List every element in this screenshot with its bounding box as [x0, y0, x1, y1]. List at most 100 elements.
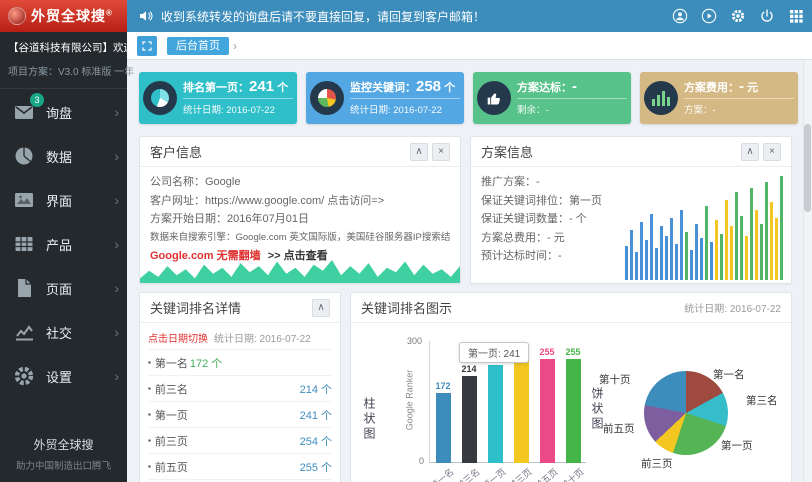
customer-url-row[interactable]: 客户网址：https://www.google.com/ 点击访问=> — [150, 192, 450, 211]
pie-chart-icon — [310, 81, 344, 115]
announcement-text: 收到系统转发的询盘后请不要直接回复，请回复到客户邮箱！ — [161, 8, 485, 25]
chevron-right-icon: › — [114, 148, 119, 164]
chevron-right-icon: › — [114, 280, 119, 296]
rank-row-top1[interactable]: ▪ 第一名 172 个 — [148, 349, 332, 375]
fullscreen-toggle-button[interactable] — [137, 36, 157, 56]
sidebar-item-settings[interactable]: 设置 › — [0, 354, 127, 398]
speaker-icon — [138, 8, 154, 24]
stat-title: 方案费用：- 元 — [684, 78, 794, 95]
rank-value-link[interactable]: 214 个 — [300, 381, 332, 397]
stat-card-first-page-rank[interactable]: 排名第一页：241 个 统计日期: 2016-07-22 — [139, 72, 297, 124]
app-title: 外贸全球搜® — [31, 6, 113, 26]
sidebar-menu: 3 询盘 › 数据 › 界面 › 产品 › — [0, 90, 127, 398]
panel-title: 关键词排名图示 — [361, 298, 452, 317]
keyword-detail-panel: 关键词排名详情 ∧ 点击日期切换 统计日期: 2016-07-22 ▪ 第一名 … — [139, 292, 341, 482]
sidebar-footer: 外贸全球搜 助力中国制造出口腾飞 — [0, 436, 127, 472]
footer-slogan: 助力中国制造出口腾飞 — [0, 458, 127, 472]
rank-value-link[interactable]: 254 个 — [300, 433, 332, 449]
sidebar-item-interface[interactable]: 界面 › — [0, 178, 127, 222]
collapse-icon[interactable]: ∧ — [741, 143, 759, 161]
rank-label: 前五页 — [155, 459, 188, 475]
line-chart-icon — [12, 320, 36, 344]
y-tick-300: 300 — [407, 336, 422, 346]
rank-label: 前三页 — [155, 433, 188, 449]
user-icon[interactable] — [672, 8, 688, 24]
rank-value-link[interactable]: 241 个 — [300, 407, 332, 423]
announcement-bar: 收到系统转发的询盘后请不要直接回复，请回复到客户邮箱！ — [138, 0, 485, 32]
panel-title: 方案信息 — [481, 142, 533, 161]
sidebar: 【谷道科技有限公司】欢迎您! 项目方案：V3.0 标准版 一年 3 询盘 › 数… — [0, 32, 127, 482]
pie-icon — [12, 144, 36, 168]
power-icon[interactable] — [759, 8, 775, 24]
rank-value-link[interactable]: 255 个 — [300, 459, 332, 475]
y-tick-0: 0 — [419, 456, 424, 466]
thumbs-up-icon — [477, 81, 511, 115]
gear-icon[interactable] — [730, 8, 746, 24]
close-icon[interactable]: × — [763, 143, 781, 161]
chevron-right-icon: › — [114, 324, 119, 340]
breadcrumb-home-button[interactable]: 后台首页 — [167, 37, 229, 55]
bar-前十页[interactable]: 255前十页 — [560, 327, 586, 463]
bullet-icon: ▪ — [148, 384, 151, 393]
chart-tooltip: 第一页: 241 — [459, 342, 529, 363]
bar-chart-icon — [644, 81, 678, 115]
chevron-right-icon: › — [114, 104, 119, 120]
collapse-icon[interactable]: ∧ — [312, 299, 330, 317]
sidebar-welcome: 【谷道科技有限公司】欢迎您! 项目方案：V3.0 标准版 一年 — [0, 32, 127, 89]
bullet-icon: ▪ — [148, 462, 151, 471]
sidebar-item-pages[interactable]: 页面 › — [0, 266, 127, 310]
sidebar-item-products[interactable]: 产品 › — [0, 222, 127, 266]
bar-第一名[interactable]: 172第一名 — [430, 327, 456, 463]
registered-mark: ® — [106, 8, 113, 17]
stat-card-plan-cost[interactable]: 方案费用：- 元 方案：- — [640, 72, 798, 124]
date-switch-link[interactable]: 点击日期切换 — [148, 330, 208, 345]
pie-chart-icon — [143, 81, 177, 115]
company-name-row: 公司名称：Google — [150, 173, 450, 192]
secondary-toolbar: 后台首页 › — [127, 32, 812, 60]
keyword-chart-panel: 关键词排名图示 统计日期: 2016-07-22 柱状图 Google Rank… — [350, 292, 792, 482]
stat-card-plan-target[interactable]: 方案达标：- 剩余：- — [473, 72, 631, 124]
envelope-icon: 3 — [12, 100, 36, 124]
sidebar-item-data[interactable]: 数据 › — [0, 134, 127, 178]
y-axis-label: Google Ranker — [404, 370, 414, 431]
logo-mark-icon — [8, 7, 26, 25]
stat-title: 监控关键词：258 个 — [350, 78, 460, 95]
stat-subtitle: 剩余：- — [517, 98, 627, 116]
stat-date-label: 统计日期: 2016-07-22 — [684, 300, 781, 315]
breadcrumb-caret-icon: › — [233, 37, 237, 55]
play-icon[interactable] — [701, 8, 717, 24]
rank-row-top3[interactable]: ▪ 前三名 214 个 — [148, 375, 332, 401]
pie-label-page1: 第一页 — [721, 438, 753, 453]
rank-value-link[interactable]: 172 个 — [190, 355, 222, 371]
bullet-icon: ▪ — [148, 410, 151, 419]
stat-subtitle: 统计日期: 2016-07-22 — [183, 98, 293, 116]
grid-icon[interactable] — [788, 8, 804, 24]
collapse-icon[interactable]: ∧ — [410, 143, 428, 161]
app-logo[interactable]: 外贸全球搜® — [0, 0, 127, 32]
expand-icon — [141, 40, 153, 52]
pie-label-page3: 前三页 — [641, 456, 673, 471]
panel-title: 关键词排名详情 — [150, 298, 241, 317]
sidebar-item-social[interactable]: 社交 › — [0, 310, 127, 354]
search-engine-row: 数据来自搜索引擎：Google.com 英文国际版，美国硅谷服务器IP搜索结果为… — [150, 229, 450, 248]
rank-row-page5[interactable]: ▪ 前五页 255 个 — [148, 453, 332, 479]
pie-label-page5: 前五页 — [603, 421, 635, 436]
sidebar-item-inquiry[interactable]: 3 询盘 › — [0, 90, 127, 134]
table-icon — [12, 232, 36, 256]
scrollbar-thumb[interactable] — [804, 124, 811, 212]
pie-label-page10: 第十页 — [599, 372, 631, 387]
traffic-area-chart — [140, 257, 460, 283]
top-bar: 外贸全球搜® 收到系统转发的询盘后请不要直接回复，请回复到客户邮箱！ — [0, 0, 812, 32]
stat-subtitle: 方案：- — [684, 98, 794, 116]
plan-text: 项目方案：V3.0 标准版 一年 — [8, 63, 119, 78]
close-icon[interactable]: × — [432, 143, 450, 161]
keyword-pie-chart[interactable] — [644, 371, 728, 455]
rank-row-page1[interactable]: ▪ 第一页 241 个 — [148, 401, 332, 427]
stat-card-monitored-keywords[interactable]: 监控关键词：258 个 统计日期: 2016-07-22 — [306, 72, 464, 124]
footer-brand: 外贸全球搜 — [0, 436, 127, 453]
rank-row-page3[interactable]: ▪ 前三页 254 个 — [148, 427, 332, 453]
stat-date-label: 统计日期: 2016-07-22 — [214, 330, 311, 345]
plan-mini-bar-chart — [625, 170, 783, 280]
bar-前五页[interactable]: 255前五页 — [534, 327, 560, 463]
chevron-right-icon: › — [114, 368, 119, 384]
